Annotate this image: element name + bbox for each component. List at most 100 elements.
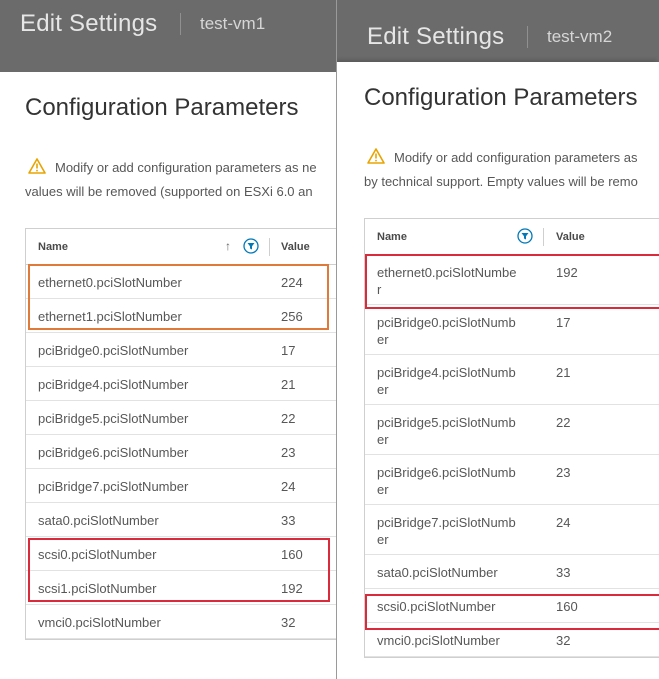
param-value: 24: [281, 479, 296, 494]
table-row[interactable]: sata0.pciSlotNumber 33: [26, 503, 336, 537]
table-row[interactable]: pciBridge7.pciSlotNumber 24: [26, 469, 336, 503]
param-value: 17: [281, 343, 296, 358]
param-value: 256: [281, 309, 303, 324]
column-header-name[interactable]: Name: [38, 241, 68, 253]
param-name: pciBridge0.pciSlotNumber: [38, 343, 189, 358]
param-name-line1: pciBridge7.pciSlotNumb: [377, 515, 516, 530]
table-row[interactable]: sata0.pciSlotNumber 33: [365, 555, 659, 589]
column-header-name[interactable]: Name: [377, 231, 407, 243]
dialog-title: Edit Settings: [367, 23, 505, 50]
param-name-line1: pciBridge0.pciSlotNumb: [377, 315, 516, 330]
table-row[interactable]: pciBridge5.pciSlotNumb er 22: [365, 405, 659, 455]
table-row[interactable]: pciBridge5.pciSlotNumber 22: [26, 401, 336, 435]
edit-settings-window-test-vm2: Edit Settings test-vm2 Configuration Par…: [336, 0, 659, 679]
table-row[interactable]: pciBridge6.pciSlotNumber 23: [26, 435, 336, 469]
filter-icon[interactable]: [517, 228, 533, 244]
table-row[interactable]: ethernet0.pciSlotNumber 224: [26, 265, 336, 299]
param-value: 21: [556, 365, 571, 380]
warning-text-line1: Modify or add configuration parameters a…: [55, 160, 317, 175]
dialog-title: Edit Settings: [20, 10, 158, 37]
table-row[interactable]: pciBridge4.pciSlotNumb er 21: [365, 355, 659, 405]
table-row[interactable]: ethernet1.pciSlotNumber 256: [26, 299, 336, 333]
param-name-line2: er: [377, 432, 389, 447]
param-value: 23: [556, 465, 571, 480]
table-row[interactable]: ethernet0.pciSlotNumbe r 192: [365, 255, 659, 305]
table-row[interactable]: pciBridge7.pciSlotNumb er 24: [365, 505, 659, 555]
grid-header: Name ↑ Value: [26, 229, 336, 265]
param-value: 33: [281, 513, 296, 528]
grid-header: Name Value: [365, 219, 659, 255]
grid-body: ethernet0.pciSlotNumbe r 192 pciBridge0.pci…: [365, 255, 659, 657]
param-value: 33: [556, 565, 571, 580]
sort-ascending-icon[interactable]: ↑: [225, 239, 231, 253]
warning-text-line2: by technical support. Empty values will …: [364, 174, 638, 189]
param-name: scsi1.pciSlotNumber: [38, 581, 157, 596]
param-value: 21: [281, 377, 296, 392]
param-name-line1: vmci0.pciSlotNumber: [377, 633, 500, 648]
filter-icon[interactable]: [243, 238, 259, 254]
table-row[interactable]: scsi0.pciSlotNumber 160: [26, 537, 336, 571]
parameters-grid: Name Value ethernet0.pciSlotNumbe r 192 pci…: [364, 218, 659, 658]
param-value: 32: [556, 633, 571, 648]
table-row[interactable]: scsi1.pciSlotNumber 192: [26, 571, 336, 605]
param-name: scsi0.pciSlotNumber: [38, 547, 157, 562]
param-name-line2: er: [377, 382, 389, 397]
param-name: pciBridge6.pciSlotNumber: [38, 445, 189, 460]
warning-icon: [367, 148, 385, 164]
param-name-line2: er: [377, 482, 389, 497]
param-value: 24: [556, 515, 571, 530]
vm-name: test-vm2: [547, 27, 613, 46]
param-name-line1: ethernet0.pciSlotNumbe: [377, 265, 517, 280]
column-header-value[interactable]: Value: [556, 231, 585, 243]
param-name: pciBridge4.pciSlotNumber: [38, 377, 189, 392]
param-name-line1: pciBridge6.pciSlotNumb: [377, 465, 516, 480]
param-value: 224: [281, 275, 303, 290]
warning-icon: [28, 158, 46, 174]
header-divider: [527, 26, 528, 48]
panel-title: Configuration Parameters: [25, 94, 299, 121]
table-row[interactable]: pciBridge6.pciSlotNumb er 23: [365, 455, 659, 505]
param-name: pciBridge5.pciSlotNumber: [38, 411, 189, 426]
param-name-line2: r: [377, 282, 382, 297]
column-resize-handle[interactable]: [543, 228, 544, 246]
edit-settings-window-test-vm1: Edit Settings test-vm1 Configuration Par…: [0, 0, 336, 679]
warning-text-line2: values will be removed (supported on ESX…: [25, 184, 313, 199]
column-header-value[interactable]: Value: [281, 241, 310, 253]
vm-name: test-vm1: [200, 14, 266, 33]
param-value: 22: [556, 415, 571, 430]
param-value: 23: [281, 445, 296, 460]
param-value: 160: [556, 599, 578, 614]
param-value: 22: [281, 411, 296, 426]
param-name-line1: scsi0.pciSlotNumber: [377, 599, 496, 614]
table-row[interactable]: vmci0.pciSlotNumber 32: [26, 605, 336, 639]
dialog-header: Edit Settings test-vm2: [337, 0, 659, 62]
configuration-parameters-panel: Configuration Parameters Modify or add c…: [337, 62, 659, 679]
warning-text-line1: Modify or add configuration parameters a…: [394, 150, 638, 165]
dialog-header: Edit Settings test-vm1: [0, 0, 336, 72]
grid-body: ethernet0.pciSlotNumber 224 ethernet1.pciS…: [26, 265, 336, 639]
table-row[interactable]: scsi0.pciSlotNumber 160: [365, 589, 659, 623]
param-name-line1: pciBridge4.pciSlotNumb: [377, 365, 516, 380]
param-value: 17: [556, 315, 571, 330]
param-value: 192: [281, 581, 303, 596]
param-value: 32: [281, 615, 296, 630]
param-name-line1: pciBridge5.pciSlotNumb: [377, 415, 516, 430]
param-name: ethernet1.pciSlotNumber: [38, 309, 182, 324]
param-name: ethernet0.pciSlotNumber: [38, 275, 182, 290]
param-name-line2: er: [377, 332, 389, 347]
table-row[interactable]: pciBridge0.pciSlotNumb er 17: [365, 305, 659, 355]
parameters-grid: Name ↑ Value ethernet0.pciSlotNumber 224 e…: [25, 228, 336, 640]
param-name-line2: er: [377, 532, 389, 547]
header-divider: [180, 13, 181, 35]
table-row[interactable]: pciBridge0.pciSlotNumber 17: [26, 333, 336, 367]
param-name: vmci0.pciSlotNumber: [38, 615, 161, 630]
panel-title: Configuration Parameters: [364, 84, 638, 111]
column-resize-handle[interactable]: [269, 238, 270, 256]
param-value: 160: [281, 547, 303, 562]
param-name-line1: sata0.pciSlotNumber: [377, 565, 498, 580]
param-value: 192: [556, 265, 578, 280]
param-name: sata0.pciSlotNumber: [38, 513, 159, 528]
table-row[interactable]: vmci0.pciSlotNumber 32: [365, 623, 659, 657]
param-name: pciBridge7.pciSlotNumber: [38, 479, 189, 494]
table-row[interactable]: pciBridge4.pciSlotNumber 21: [26, 367, 336, 401]
